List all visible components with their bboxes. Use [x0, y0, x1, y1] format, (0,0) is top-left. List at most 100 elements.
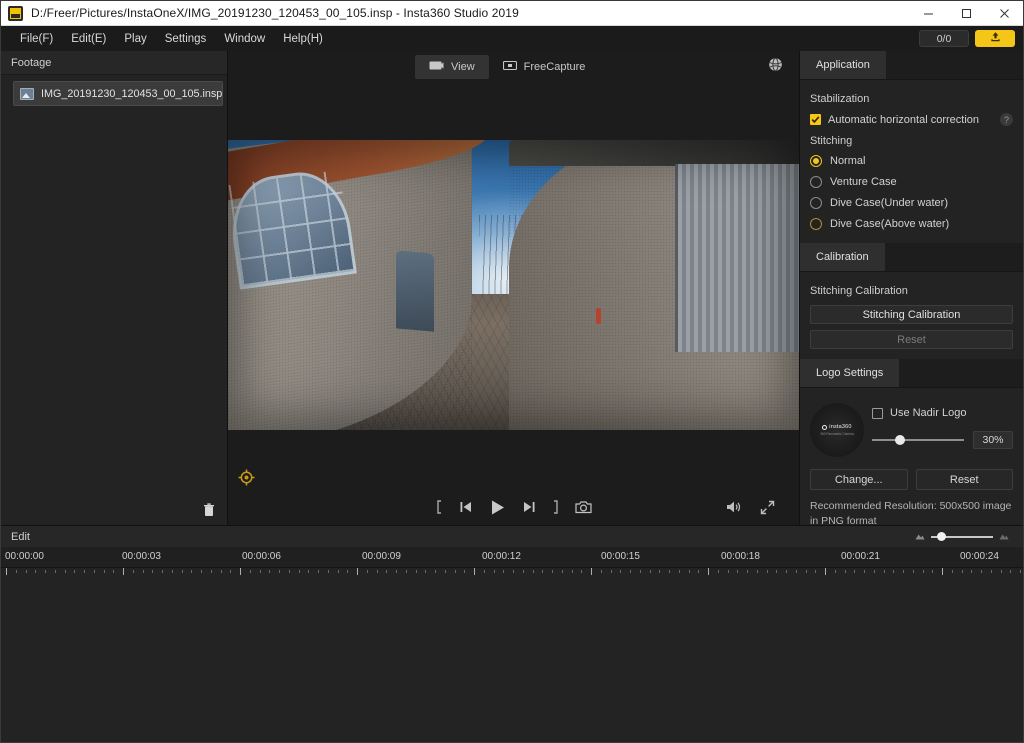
timeline-panel: Edit 00:00:00 00:00:03 00:00:06 00:00:09 00:… — [1, 525, 1023, 742]
stitching-option-venture-case[interactable]: Venture Case — [810, 176, 1013, 188]
settings-panel: Application Stabilization Automatic hori… — [799, 51, 1023, 527]
tab-logo-settings[interactable]: Logo Settings — [800, 359, 900, 387]
logo-size-slider-knob[interactable] — [894, 435, 905, 445]
skip-forward-icon[interactable] — [522, 500, 536, 514]
garage-door — [675, 164, 799, 352]
timeline-tick — [864, 570, 865, 573]
timeline-tick — [805, 570, 807, 573]
timeline-tick — [45, 570, 46, 573]
timeline-tick — [35, 570, 37, 573]
timeline-tick — [610, 570, 612, 573]
tab-view[interactable]: View — [415, 55, 489, 79]
timeline-zoom-knob[interactable] — [937, 531, 947, 541]
timeline-tick — [1000, 570, 1002, 573]
play-icon[interactable] — [488, 498, 507, 517]
zoom-in-large-icon[interactable] — [999, 531, 1009, 543]
timeline-tick — [932, 570, 934, 573]
application-section: Stabilization Automatic horizontal corre… — [800, 80, 1023, 243]
trash-icon[interactable] — [203, 503, 215, 522]
logo-size-value[interactable]: 30% — [973, 431, 1013, 449]
footage-header: Footage — [1, 51, 227, 75]
footage-item-label: IMG_20191230_120453_00_105.insp — [41, 87, 223, 100]
timeline-tick — [922, 570, 924, 573]
tab-freecapture[interactable]: FreeCapture — [489, 55, 600, 79]
menu-item-window[interactable]: Window — [215, 30, 274, 48]
timeline-tick — [483, 570, 485, 573]
radio-dive-case-under-water[interactable] — [810, 197, 822, 209]
timeline-tick — [786, 570, 787, 573]
timeline-ruler[interactable]: 00:00:00 00:00:03 00:00:06 00:00:09 00:00:12… — [1, 547, 1023, 568]
timeline-tick — [893, 570, 895, 573]
target-crosshair-icon[interactable] — [238, 469, 255, 491]
reset-logo-button[interactable]: Reset — [915, 469, 1013, 490]
radio-venture-case[interactable] — [810, 176, 822, 188]
tab-calibration[interactable]: Calibration — [800, 243, 885, 271]
export-button[interactable] — [975, 30, 1015, 47]
timeline-tick — [522, 570, 524, 573]
timeline-tracks[interactable] — [1, 577, 1023, 742]
timeline-tick — [396, 570, 397, 573]
timeline-tick — [717, 570, 719, 573]
timeline-tick — [951, 570, 953, 573]
timeline-tick — [795, 570, 797, 573]
tab-application[interactable]: Application — [800, 51, 886, 79]
stitching-label: Stitching — [810, 135, 853, 147]
calibration-reset-button[interactable]: Reset — [810, 330, 1013, 349]
timeline-tick — [493, 570, 495, 573]
stitching-option-dive-above[interactable]: Dive Case(Above water) — [810, 218, 1013, 230]
stitching-option-normal[interactable]: Normal — [810, 155, 1013, 167]
title-bar: D:/Freer/Pictures/InstaOneX/IMG_20191230… — [1, 1, 1023, 26]
help-question-icon[interactable]: ? — [1000, 113, 1013, 126]
zoom-out-small-icon[interactable] — [915, 531, 925, 543]
menu-item-help[interactable]: Help(H) — [274, 30, 332, 48]
bracket-right-icon[interactable] — [551, 500, 560, 514]
timeline-tick — [84, 570, 85, 573]
logo-wordmark: insta360 — [822, 424, 851, 430]
maximize-icon[interactable] — [947, 1, 985, 26]
menu-item-settings[interactable]: Settings — [156, 30, 216, 48]
use-nadir-logo-row[interactable]: Use Nadir Logo — [872, 407, 1013, 419]
timeline-zoom-slider[interactable] — [931, 531, 993, 541]
close-icon[interactable] — [985, 1, 1023, 26]
stitching-calibration-button[interactable]: Stitching Calibration — [810, 305, 1013, 324]
timeline-tick — [513, 570, 514, 573]
logo-subtext: 360 Panoramic Camera — [820, 432, 854, 436]
logo-size-slider[interactable] — [872, 435, 964, 445]
skip-back-icon[interactable] — [459, 500, 473, 514]
menu-item-file[interactable]: File(F) — [11, 30, 62, 48]
panorama-preview[interactable] — [228, 140, 799, 430]
timeline-tick — [152, 570, 154, 573]
insta360-app-icon — [8, 5, 23, 21]
timeline-tick — [942, 568, 943, 575]
sphere-globe-icon[interactable] — [768, 57, 783, 77]
timeline-tick-label: 00:00:03 — [122, 551, 161, 562]
timeline-tick — [279, 570, 280, 573]
timeline-tick — [357, 568, 358, 575]
radio-dive-case-above-water[interactable] — [810, 218, 822, 230]
timeline-tick — [230, 570, 232, 573]
timeline-tick — [337, 570, 339, 573]
stitching-option-dive-under[interactable]: Dive Case(Under water) — [810, 197, 1013, 209]
timeline-tick-label: 00:00:15 — [601, 551, 640, 562]
timeline-tick — [103, 570, 105, 573]
automatic-horizontal-correction-checkbox[interactable] — [810, 114, 821, 125]
automatic-horizontal-correction-row[interactable]: Automatic horizontal correction ? — [810, 113, 1013, 126]
radio-normal[interactable] — [810, 155, 822, 167]
transport-controls — [228, 498, 799, 517]
timeline-tick — [318, 570, 319, 573]
menu-item-play[interactable]: Play — [115, 30, 155, 48]
timeline-tick-label: 00:00:06 — [242, 551, 281, 562]
timeline-tick — [298, 570, 300, 573]
timeline-tick — [903, 570, 904, 573]
change-logo-button[interactable]: Change... — [810, 469, 908, 490]
menu-item-edit[interactable]: Edit(E) — [62, 30, 115, 48]
image-thumbnail-icon — [20, 87, 34, 100]
minimize-icon[interactable] — [909, 1, 947, 26]
bracket-left-icon[interactable] — [435, 500, 444, 514]
list-item[interactable]: IMG_20191230_120453_00_105.insp — [13, 81, 223, 106]
use-nadir-logo-checkbox[interactable] — [872, 407, 883, 419]
camera-icon[interactable] — [575, 500, 592, 514]
timeline-tick — [581, 570, 583, 573]
viewer-stage[interactable] — [228, 81, 799, 489]
timeline-tick — [181, 570, 183, 573]
